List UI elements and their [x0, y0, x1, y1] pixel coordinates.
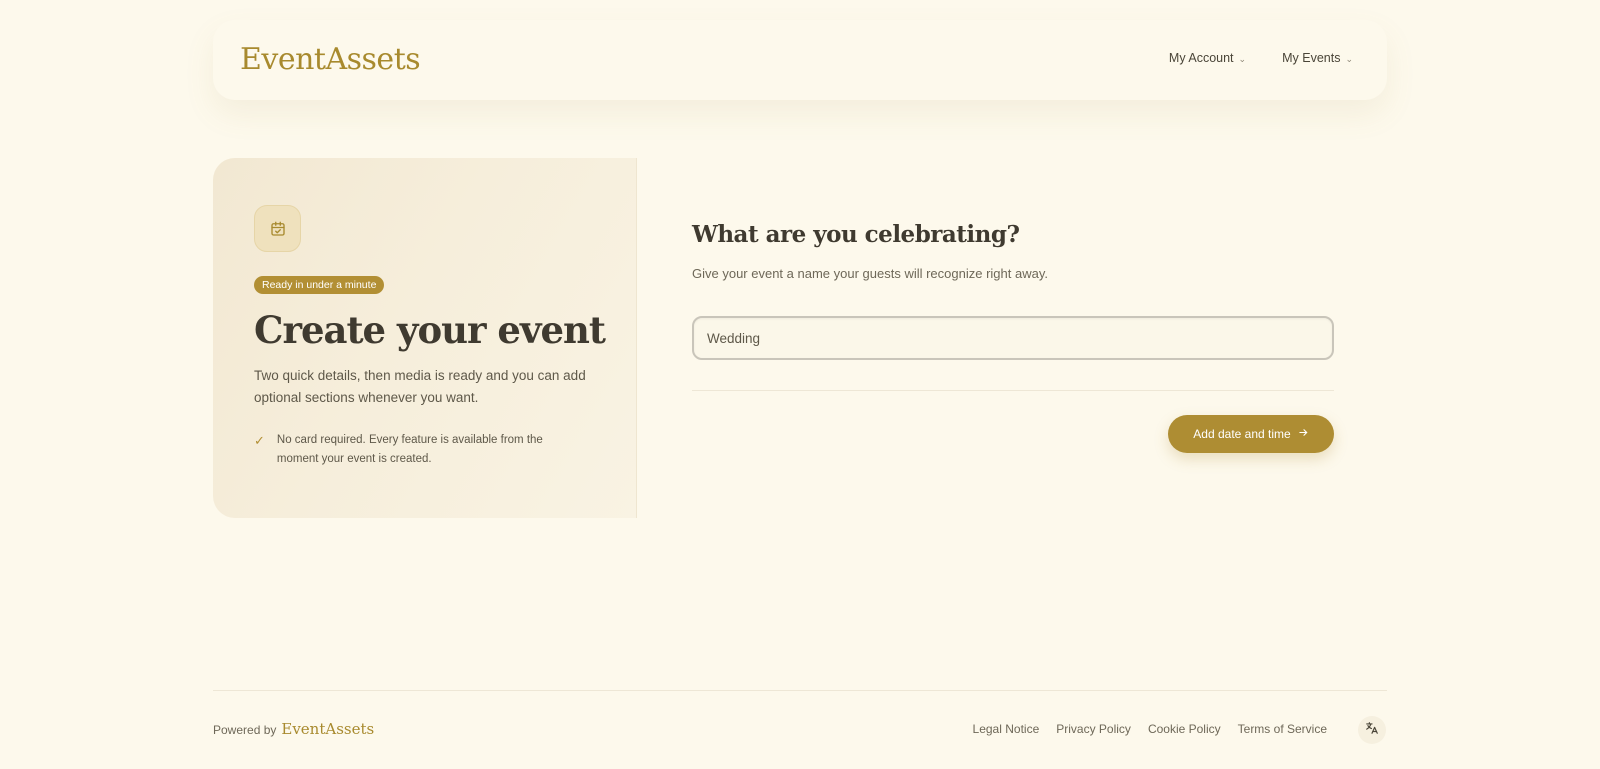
powered-by-label: Powered by	[213, 723, 277, 737]
question-subtitle: Give your event a name your guests will …	[692, 266, 1048, 281]
ready-badge: Ready in under a minute	[254, 276, 385, 294]
nav-my-events[interactable]: My Events ⌄	[1282, 51, 1353, 65]
question-heading: What are you celebrating?	[692, 221, 1020, 248]
page: EventAssets My Account ⌄ My Events ⌄ Rea…	[0, 0, 1600, 769]
privacy-policy-link[interactable]: Privacy Policy	[1056, 722, 1131, 736]
terms-of-service-link[interactable]: Terms of Service	[1238, 722, 1327, 736]
main-nav: My Account ⌄ My Events ⌄	[1169, 51, 1353, 65]
create-event-card: Ready in under a minute Create your even…	[213, 158, 1387, 518]
check-icon: ✓	[254, 433, 265, 448]
add-date-time-button[interactable]: Add date and time	[1168, 415, 1334, 453]
footer-brand-logo[interactable]: EventAssets	[281, 720, 374, 738]
chevron-down-icon: ⌄	[1238, 53, 1247, 64]
chevron-down-icon: ⌄	[1345, 53, 1353, 64]
language-switcher-button[interactable]	[1358, 716, 1386, 744]
feature-text: No card required. Every feature is avail…	[276, 434, 543, 465]
translate-icon	[1365, 721, 1379, 740]
nav-my-account[interactable]: My Account ⌄	[1169, 51, 1246, 65]
form-divider	[692, 390, 1334, 391]
footer-divider	[213, 690, 1387, 691]
event-name-form: What are you celebrating? Give your even…	[637, 158, 1387, 518]
feature-item: ✓ No card required. Every feature is ava…	[254, 431, 574, 469]
calendar-check-icon	[254, 205, 301, 252]
intro-description: Two quick details, then media is ready a…	[254, 368, 586, 405]
arrow-right-icon	[1298, 427, 1309, 441]
nav-my-account-label: My Account	[1168, 51, 1234, 65]
legal-notice-link[interactable]: Legal Notice	[973, 722, 1040, 736]
powered-by: Powered by EventAssets	[213, 720, 374, 738]
nav-my-events-label: My Events	[1282, 51, 1341, 65]
event-name-input[interactable]	[692, 316, 1334, 360]
add-date-time-label: Add date and time	[1193, 427, 1291, 441]
intro-panel: Ready in under a minute Create your even…	[213, 158, 637, 518]
footer-links: Legal Notice Privacy Policy Cookie Polic…	[973, 722, 1327, 736]
cookie-policy-link[interactable]: Cookie Policy	[1148, 722, 1221, 736]
top-navbar: EventAssets My Account ⌄ My Events ⌄	[213, 20, 1387, 100]
brand-logo[interactable]: EventAssets	[240, 42, 421, 77]
page-title: Create your event	[254, 308, 606, 352]
